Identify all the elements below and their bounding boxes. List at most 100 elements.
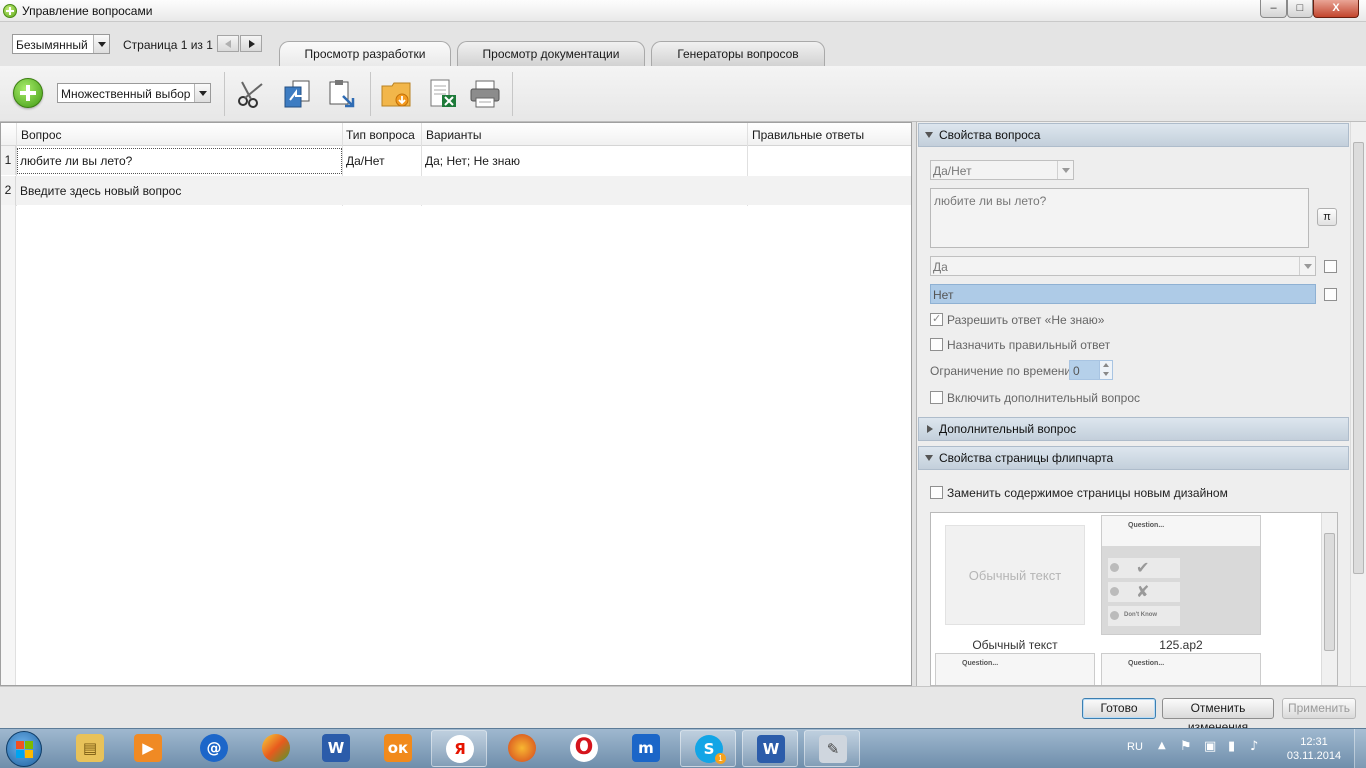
toolbar-divider — [224, 72, 225, 116]
cell-question[interactable]: любите ли вы лето? — [20, 154, 132, 168]
stepper-down-icon[interactable] — [1099, 370, 1112, 379]
answer-1-correct-checkbox[interactable] — [1324, 260, 1337, 273]
replace-page-design-label: Заменить содержимое страницы новым дизай… — [947, 486, 1228, 500]
cell-question[interactable]: Введите здесь новый вопрос — [20, 184, 181, 198]
question-text-area[interactable]: любите ли вы лето? — [930, 188, 1309, 248]
import-folder-icon[interactable] — [380, 78, 414, 110]
stepper-up-icon[interactable] — [1099, 361, 1112, 370]
thumbnail-question-design-3[interactable]: Question... — [935, 653, 1095, 685]
language-indicator[interactable]: RU — [1127, 741, 1143, 753]
taskbar-maxthon[interactable]: m — [618, 730, 674, 767]
allow-dont-know-checkbox[interactable] — [930, 312, 943, 326]
taskbar-opera[interactable]: O — [556, 730, 612, 767]
include-extra-question-checkbox[interactable] — [930, 391, 943, 404]
cell-type[interactable]: Да/Нет — [346, 154, 385, 168]
section-flipchart-properties[interactable]: Свойства страницы флипчарта — [918, 446, 1349, 470]
chevron-down-icon[interactable] — [1057, 161, 1073, 179]
copy-icon[interactable] — [281, 78, 315, 110]
profile-select[interactable]: Безымянный — [12, 34, 110, 54]
word-icon: W — [322, 734, 350, 762]
insert-formula-button[interactable]: π — [1317, 208, 1337, 226]
add-question-icon[interactable] — [13, 78, 43, 108]
cancel-changes-button[interactable]: Отменить изменения — [1162, 698, 1274, 734]
chevron-down-icon[interactable] — [1299, 257, 1315, 275]
column-correct[interactable]: Правильные ответы — [752, 128, 864, 142]
taskbar-word-active[interactable]: W — [742, 730, 798, 767]
volume-icon[interactable]: ♪ — [1250, 739, 1258, 754]
thumbnail-question-design-4[interactable]: Question... — [1101, 653, 1261, 685]
maximize-button[interactable]: □ — [1287, 0, 1313, 18]
chevron-down-icon[interactable] — [93, 35, 109, 53]
chevron-down-icon[interactable] — [194, 84, 210, 102]
tab-documentation-view[interactable]: Просмотр документации — [457, 41, 645, 66]
answer-type-select[interactable]: Да/Нет — [930, 160, 1074, 180]
thumbnail-question-design[interactable]: Question... ✔ ✘ Don't Know — [1101, 515, 1261, 635]
plain-text-preview: Обычный текст — [945, 525, 1085, 625]
scrollbar-thumb[interactable] — [1353, 142, 1364, 574]
excel-export-icon[interactable] — [426, 78, 460, 110]
print-icon[interactable] — [468, 78, 502, 110]
scrollbar-thumb[interactable] — [1324, 533, 1335, 651]
taskbar-firefox[interactable] — [494, 730, 550, 767]
column-variants[interactable]: Варианты — [426, 128, 481, 142]
time-limit-stepper[interactable]: 0 — [1069, 360, 1113, 380]
taskbar-yandex-browser[interactable]: Я — [431, 730, 487, 767]
answer-2-field[interactable]: Нет — [930, 284, 1316, 304]
cell-variants[interactable]: Да; Нет; Не знаю — [425, 154, 520, 168]
firefox-icon — [508, 734, 536, 762]
time-limit-value: 0 — [1073, 364, 1080, 378]
taskbar-skype[interactable]: S 1 — [680, 730, 736, 767]
table-row[interactable]: 1 любите ли вы лето? Да/Нет Да; Нет; Не … — [1, 146, 911, 175]
close-button[interactable]: X — [1313, 0, 1359, 18]
apply-button[interactable]: Применить — [1282, 698, 1356, 719]
tab-design-view[interactable]: Просмотр разработки — [279, 41, 451, 67]
maxthon-icon: m — [632, 734, 660, 762]
thumbnail-dont-know-text: Don't Know — [1124, 612, 1158, 618]
flag-icon[interactable]: ⚑ — [1180, 739, 1192, 754]
panel-scrollbar[interactable] — [1350, 122, 1366, 686]
taskbar-word[interactable]: W — [308, 730, 364, 767]
table-row[interactable]: 2 Введите здесь новый вопрос — [1, 176, 911, 205]
column-type[interactable]: Тип вопроса — [346, 128, 415, 142]
next-page-button[interactable] — [240, 35, 262, 52]
taskbar-media-player[interactable]: ▶ — [120, 730, 176, 767]
answer-2-correct-checkbox[interactable] — [1324, 288, 1337, 301]
tab-question-generators[interactable]: Генераторы вопросов — [651, 41, 825, 66]
paste-icon[interactable] — [325, 78, 359, 110]
system-clock[interactable]: 12:31 03.11.2014 — [1286, 735, 1342, 763]
thumbnail-option-yes: ✔ — [1108, 558, 1180, 578]
section-title: Свойства вопроса — [939, 128, 1041, 142]
section-extra-question[interactable]: Дополнительный вопрос — [918, 417, 1349, 441]
minimize-button[interactable]: – — [1260, 0, 1287, 18]
show-desktop-button[interactable] — [1354, 729, 1366, 768]
replace-page-design-checkbox[interactable] — [930, 486, 943, 499]
taskbar-explorer[interactable]: ▤ — [62, 730, 118, 767]
done-button[interactable]: Готово — [1082, 698, 1156, 719]
assign-correct-checkbox[interactable] — [930, 338, 943, 351]
tray-expand-icon[interactable]: ▲ — [1158, 740, 1166, 751]
taskbar-mail-agent[interactable]: @ — [186, 730, 242, 767]
cut-icon[interactable] — [234, 78, 268, 110]
taskbar-odnoklassniki[interactable]: ок — [370, 730, 426, 767]
expand-arrow-icon[interactable] — [927, 425, 933, 433]
thumbnail-question-header: Question... — [1102, 654, 1260, 684]
page-indicator: Страница 1 из 1 — [123, 38, 213, 52]
word-icon: W — [757, 735, 785, 763]
start-button[interactable] — [6, 731, 42, 767]
signal-icon[interactable]: ▮ — [1228, 739, 1235, 754]
taskbar-app-amigo[interactable] — [248, 730, 304, 767]
answer-1-field[interactable]: Да — [930, 256, 1316, 276]
prev-page-button[interactable] — [217, 35, 239, 52]
time-limit-label: Ограничение по времени — [930, 364, 1072, 378]
collapse-arrow-icon[interactable] — [925, 455, 933, 461]
question-type-select[interactable]: Множественный выбор — [57, 83, 211, 103]
taskbar-current-app[interactable]: ✎ — [804, 730, 860, 767]
tray-security-icon[interactable]: ▣ — [1204, 739, 1216, 754]
toolbar: Множественный выбор — [0, 66, 1366, 122]
collapse-arrow-icon[interactable] — [925, 132, 933, 138]
question-type-value: Множественный выбор — [61, 87, 191, 101]
section-question-properties[interactable]: Свойства вопроса — [918, 123, 1349, 147]
column-question[interactable]: Вопрос — [21, 128, 62, 142]
thumbnail-option-no: ✘ — [1108, 582, 1180, 602]
thumbnails-scrollbar[interactable] — [1321, 513, 1337, 685]
